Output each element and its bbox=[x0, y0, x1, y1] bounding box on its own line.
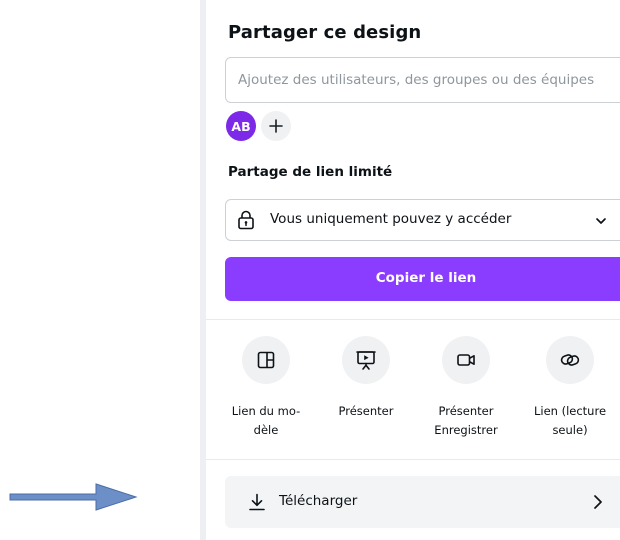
add-people-input[interactable] bbox=[225, 57, 620, 103]
screen: Partager ce design AB Partage de lien li… bbox=[0, 0, 620, 540]
link-access-dropdown[interactable]: Vous uniquement pouvez y accéder bbox=[225, 199, 620, 241]
chevron-right-icon bbox=[594, 495, 602, 509]
action-label: Présenter bbox=[338, 404, 394, 418]
present-action[interactable]: Présenter bbox=[318, 336, 414, 446]
panel-title: Partager ce design bbox=[228, 22, 422, 43]
avatar[interactable]: AB bbox=[226, 111, 256, 141]
link-access-value: Vous uniquement pouvez y accéder bbox=[270, 211, 512, 227]
action-circle bbox=[342, 336, 390, 384]
plus-icon bbox=[269, 119, 283, 133]
action-circle bbox=[242, 336, 290, 384]
present-record-action[interactable]: Présenter Enregistrer bbox=[418, 336, 514, 446]
action-circle bbox=[442, 336, 490, 384]
download-label: Télécharger bbox=[279, 493, 358, 509]
annotation-arrow-icon bbox=[9, 483, 138, 511]
template-layout-icon bbox=[257, 351, 275, 369]
divider bbox=[206, 459, 620, 460]
present-icon bbox=[356, 351, 376, 370]
download-icon bbox=[249, 493, 265, 511]
divider bbox=[206, 319, 620, 320]
copy-link-button[interactable]: Copier le lien bbox=[225, 257, 620, 301]
template-link-action[interactable]: Lien du mo- dèle bbox=[218, 336, 314, 446]
download-button[interactable]: Télécharger bbox=[225, 476, 620, 528]
lock-icon bbox=[238, 210, 254, 230]
copy-link-label: Copier le lien bbox=[375, 270, 477, 286]
add-people-button[interactable] bbox=[261, 111, 291, 141]
action-label: Lien (lecture seule) bbox=[533, 404, 607, 437]
link-icon bbox=[560, 354, 580, 366]
action-label: Lien du mo- dèle bbox=[231, 404, 301, 437]
share-panel: Partager ce design AB Partage de lien li… bbox=[206, 0, 620, 540]
action-circle bbox=[546, 336, 594, 384]
action-label: Présenter Enregistrer bbox=[434, 404, 498, 437]
view-only-link-action[interactable]: Lien (lecture seule) bbox=[522, 336, 618, 446]
chevron-down-icon bbox=[596, 218, 606, 224]
link-sharing-label: Partage de lien limité bbox=[228, 164, 393, 180]
video-camera-icon bbox=[457, 354, 475, 366]
